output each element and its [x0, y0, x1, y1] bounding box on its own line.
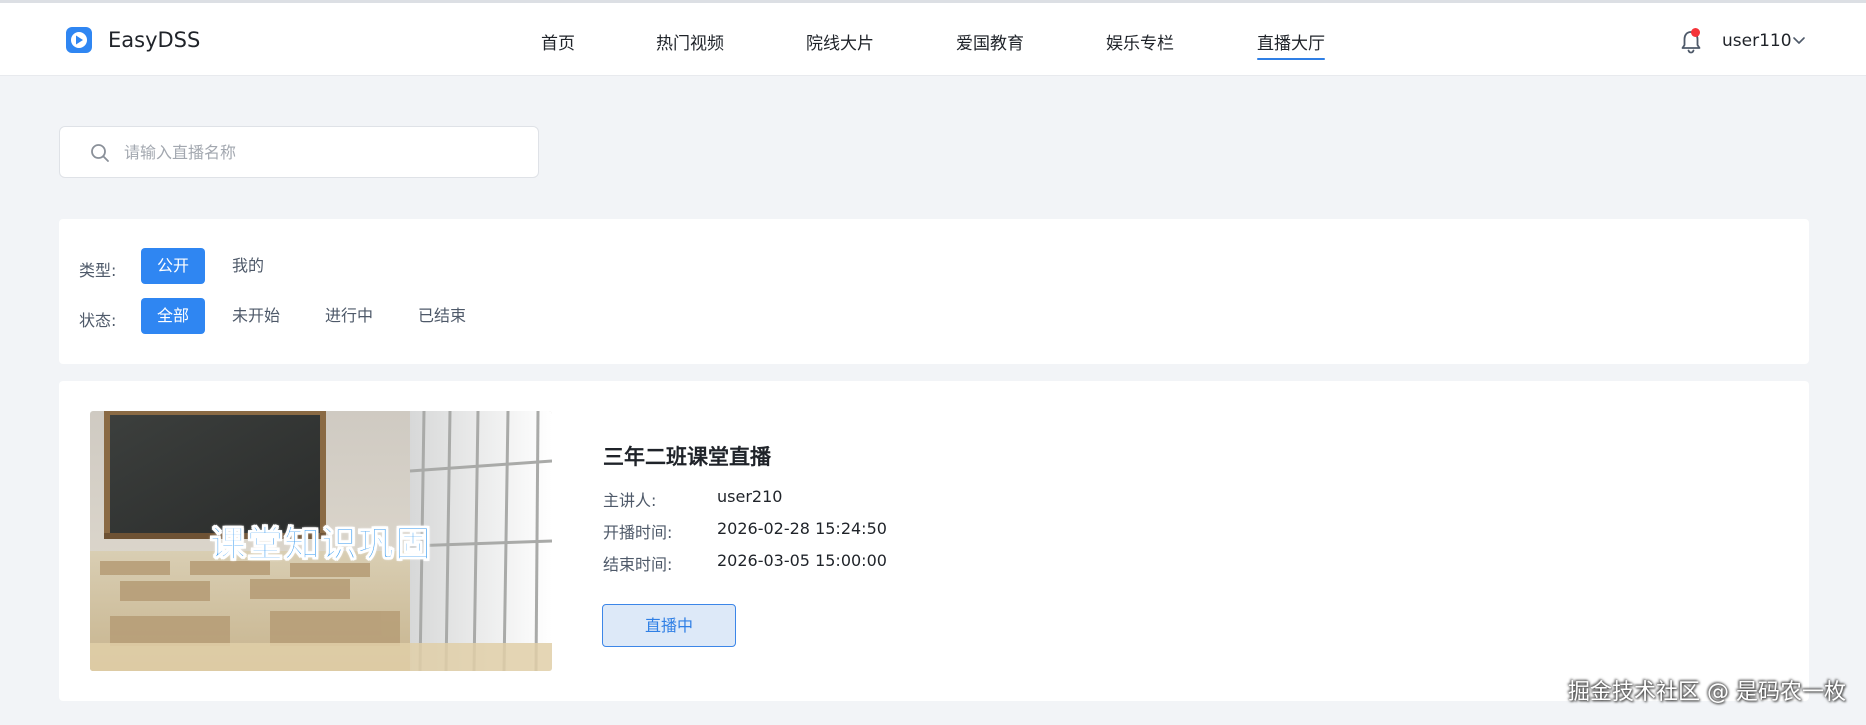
live-status-button[interactable]: 直播中 [602, 604, 736, 647]
status-option-not-started[interactable]: 未开始 [216, 298, 296, 334]
thumbnail-caption: 课堂知识巩固 [209, 524, 432, 566]
status-option-all[interactable]: 全部 [141, 298, 206, 334]
start-time-label: 开播时间: [603, 523, 673, 542]
nav-item-home[interactable]: 首页 [541, 29, 575, 54]
search-box [59, 126, 539, 178]
end-time-label: 结束时间: [603, 555, 673, 574]
status-option-in-progress[interactable]: 进行中 [309, 298, 389, 334]
chevron-down-icon[interactable] [1792, 35, 1806, 45]
type-filter-label: 类型: [79, 261, 117, 280]
filter-panel: 类型: 公开 我的 状态: 全部 未开始 进行中 已结束 [59, 219, 1809, 364]
nav-item-hot-videos[interactable]: 热门视频 [656, 29, 724, 54]
nav-item-entertainment[interactable]: 娱乐专栏 [1106, 29, 1174, 54]
top-navbar: EasyDSS 首页 热门视频 院线大片 爱国教育 娱乐专栏 直播大厅 user… [0, 3, 1866, 76]
search-input[interactable] [124, 127, 524, 177]
live-title[interactable]: 三年二班课堂直播 [603, 441, 771, 471]
live-thumbnail[interactable]: 课堂知识巩固 [90, 411, 552, 671]
search-icon [91, 144, 109, 162]
status-filter-label: 状态: [79, 311, 117, 330]
nav-item-live-hall[interactable]: 直播大厅 [1257, 29, 1325, 60]
type-option-public[interactable]: 公开 [141, 248, 206, 284]
type-option-mine[interactable]: 我的 [216, 248, 280, 284]
nav-item-cinema[interactable]: 院线大片 [806, 29, 874, 54]
start-time-value: 2026-02-28 15:24:50 [717, 519, 887, 538]
status-option-ended[interactable]: 已结束 [402, 298, 482, 334]
nav-item-patriotic-education[interactable]: 爱国教育 [956, 29, 1024, 54]
host-label: 主讲人: [603, 491, 657, 510]
notification-dot [1691, 28, 1700, 37]
main-nav: 首页 热门视频 院线大片 爱国教育 娱乐专栏 直播大厅 [0, 3, 1866, 76]
watermark: 掘金技术社区 @ 是码农一枚 [1568, 680, 1846, 705]
end-time-value: 2026-03-05 15:00:00 [717, 551, 887, 570]
user-name[interactable]: user110 [1722, 31, 1792, 51]
live-room-card[interactable]: 课堂知识巩固 三年二班课堂直播 主讲人: user210 开播时间: 2026-… [59, 381, 1809, 701]
host-value: user210 [717, 487, 783, 506]
